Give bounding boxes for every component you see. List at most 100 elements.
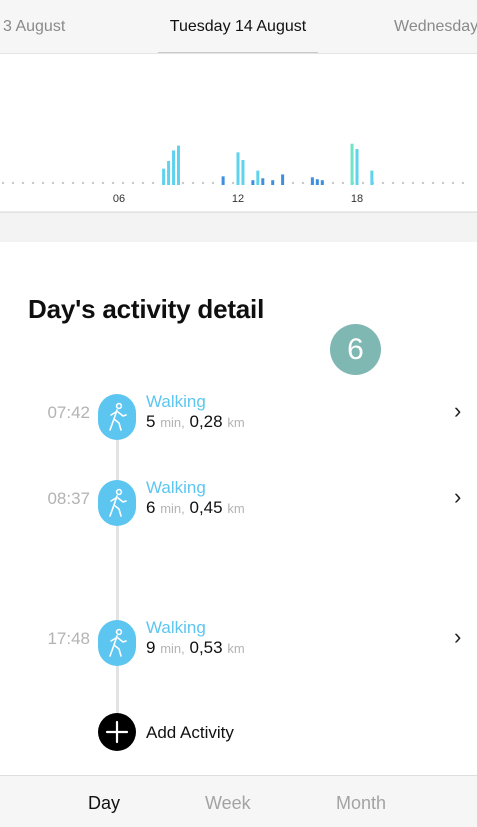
chart-baseline-dot bbox=[301, 181, 305, 185]
previous-date[interactable]: 3 August bbox=[3, 18, 65, 36]
chart-baseline-dot bbox=[201, 181, 205, 185]
activity-chart: 06 12 18 bbox=[0, 54, 477, 212]
activity-name: Walking bbox=[146, 618, 206, 637]
chart-baseline-dot bbox=[441, 181, 445, 185]
current-date[interactable]: Tuesday 14 August bbox=[158, 18, 318, 36]
chart-baseline-dot bbox=[211, 181, 215, 185]
chart-baseline-dot bbox=[121, 181, 125, 185]
chart-baseline-dot bbox=[111, 181, 115, 185]
chevron-right-icon[interactable]: › bbox=[454, 624, 461, 650]
chart-baseline-dot bbox=[291, 181, 295, 185]
activity-minutes: 5 bbox=[146, 412, 156, 431]
activity-minutes: 9 bbox=[146, 638, 156, 657]
section-title: Day's activity detail bbox=[28, 294, 265, 324]
chart-bar bbox=[167, 161, 171, 185]
chart-bar bbox=[236, 152, 240, 185]
activity-time: 17:48 bbox=[47, 629, 90, 648]
chart-bar bbox=[271, 180, 275, 185]
walking-person-icon bbox=[98, 620, 136, 666]
activity-row-3[interactable]: 17:48 Walking 9 min, 0,53 km › bbox=[0, 618, 477, 670]
chart-bar bbox=[350, 143, 354, 185]
tab-week[interactable]: Week bbox=[205, 793, 251, 814]
walking-person-icon bbox=[98, 394, 136, 440]
chevron-right-icon[interactable]: › bbox=[454, 398, 461, 424]
chart-bar bbox=[221, 176, 225, 185]
chart-bar bbox=[241, 160, 245, 185]
chart-baseline-dot bbox=[81, 181, 85, 185]
chart-baseline-dot bbox=[51, 181, 55, 185]
chart-baseline-dot bbox=[191, 181, 195, 185]
chart-baseline-dot bbox=[61, 181, 65, 185]
chart-baseline-dot bbox=[331, 181, 335, 185]
chart-baseline-dot bbox=[1, 181, 5, 185]
chevron-right-icon[interactable]: › bbox=[454, 484, 461, 510]
chart-bar bbox=[162, 168, 166, 185]
activity-time: 08:37 bbox=[47, 489, 90, 508]
minutes-unit: min, bbox=[160, 501, 185, 516]
chart-baseline-dot bbox=[411, 181, 415, 185]
date-navigation: 3 August Tuesday 14 August Wednesday 15 … bbox=[0, 0, 477, 54]
activity-time: 07:42 bbox=[47, 403, 90, 422]
chart-tick-label: 12 bbox=[232, 193, 244, 205]
tab-month[interactable]: Month bbox=[336, 793, 386, 814]
walking-person-icon bbox=[98, 480, 136, 526]
chart-baseline-dot bbox=[91, 181, 95, 185]
chart-baseline-dot bbox=[181, 181, 185, 185]
chart-baseline-dot bbox=[421, 181, 425, 185]
chart-bar bbox=[355, 149, 359, 185]
activity-stats: 9 min, 0,53 km bbox=[146, 638, 245, 658]
minutes-unit: min, bbox=[160, 641, 185, 656]
chart-baseline-dot bbox=[21, 181, 25, 185]
chart-baseline-dot bbox=[11, 181, 15, 185]
chart-baseline-dot bbox=[341, 181, 345, 185]
chart-baseline-dot bbox=[151, 181, 155, 185]
chart-baseline-dot bbox=[31, 181, 35, 185]
chart-bar bbox=[370, 170, 374, 185]
chart-tick-label: 06 bbox=[113, 193, 125, 205]
chart-bar bbox=[281, 174, 285, 185]
chart-bar bbox=[251, 180, 255, 185]
chart-baseline-dot bbox=[361, 181, 365, 185]
add-activity-label: Add Activity bbox=[146, 723, 234, 742]
activity-distance: 0,53 bbox=[189, 638, 223, 657]
chart-baseline-dot bbox=[41, 181, 45, 185]
activity-name: Walking bbox=[146, 478, 206, 497]
activity-minutes: 6 bbox=[146, 498, 156, 517]
activity-row-1[interactable]: 07:42 Walking 5 min, 0,28 km › bbox=[0, 392, 477, 444]
chart-baseline-dot bbox=[391, 181, 395, 185]
activity-distance: 0,45 bbox=[189, 498, 223, 517]
chart-baseline-dot bbox=[71, 181, 75, 185]
period-tab-bar: Day Week Month bbox=[0, 775, 477, 827]
section-divider bbox=[0, 212, 477, 242]
add-activity-button[interactable]: Add Activity bbox=[0, 713, 477, 753]
distance-unit: km bbox=[227, 415, 245, 430]
chart-baseline-dot bbox=[131, 181, 135, 185]
activity-stats: 6 min, 0,45 km bbox=[146, 498, 245, 518]
chart-baseline-dot bbox=[381, 181, 385, 185]
timeline-line bbox=[116, 420, 119, 720]
chart-bar bbox=[172, 150, 176, 185]
chart-baseline-dot bbox=[431, 181, 435, 185]
chart-baseline-dot bbox=[461, 181, 465, 185]
chart-baseline-dot bbox=[231, 181, 235, 185]
chart-tick-label: 18 bbox=[351, 193, 363, 205]
next-date[interactable]: Wednesday 15 August bbox=[394, 18, 477, 36]
chart-baseline-dot bbox=[401, 181, 405, 185]
tab-day[interactable]: Day bbox=[88, 793, 120, 814]
chart-baseline-dot bbox=[451, 181, 455, 185]
chart-bar bbox=[310, 177, 314, 185]
chart-baseline-dot bbox=[101, 181, 105, 185]
activity-name: Walking bbox=[146, 392, 206, 411]
minutes-unit: min, bbox=[160, 415, 185, 430]
plus-icon[interactable] bbox=[98, 713, 136, 751]
activity-distance: 0,28 bbox=[189, 412, 223, 431]
chart-bar bbox=[320, 180, 324, 185]
chart-bar bbox=[177, 145, 180, 185]
distance-unit: km bbox=[227, 501, 245, 516]
distance-unit: km bbox=[227, 641, 245, 656]
chart-bar bbox=[261, 178, 265, 185]
chart-bar bbox=[256, 170, 260, 185]
activity-row-2[interactable]: 08:37 Walking 6 min, 0,45 km › bbox=[0, 478, 477, 530]
step-badge: 6 bbox=[330, 324, 381, 375]
chart-bar bbox=[315, 179, 319, 185]
